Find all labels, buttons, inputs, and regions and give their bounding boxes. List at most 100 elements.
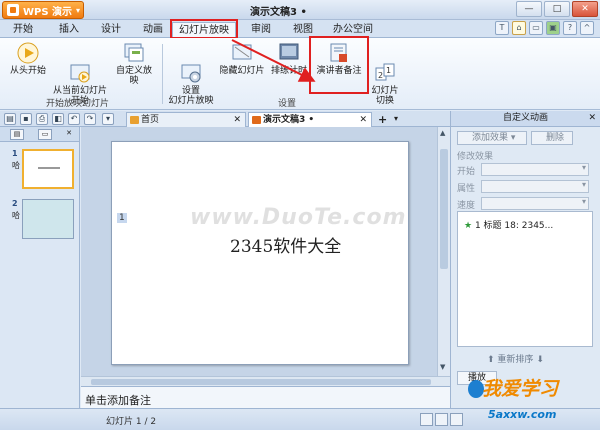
print-preview-icon[interactable]: ◧: [52, 113, 64, 125]
help-icon[interactable]: ?: [563, 21, 577, 35]
scroll-thumb[interactable]: [440, 149, 448, 269]
hide-slide-button[interactable]: 隐藏幻灯片: [218, 42, 266, 76]
rehearse-timing-button[interactable]: 排练计时: [270, 42, 308, 76]
tab-review[interactable]: 审阅: [246, 22, 276, 38]
slide-thumbnail-2[interactable]: [22, 199, 74, 239]
scroll-down-icon[interactable]: ▼: [440, 363, 445, 371]
tab-design[interactable]: 设计: [96, 22, 126, 38]
add-effect-button[interactable]: 添加效果 ▾: [457, 131, 527, 145]
rehearse-timing-icon: [278, 42, 300, 64]
site-watermark: 我爱学习 5axxw.com: [468, 372, 598, 428]
panel-title: 自定义动画: [502, 113, 548, 123]
close-icon[interactable]: ✕: [588, 111, 596, 126]
home-icon: [130, 116, 139, 124]
wps-logo-icon: [7, 4, 19, 16]
play-icon: [17, 42, 39, 64]
undo-icon[interactable]: ↶: [68, 113, 80, 125]
app-menu-button[interactable]: WPS 演示 ▾: [2, 1, 84, 19]
speed-select[interactable]: [481, 197, 589, 210]
slide-counter: 幻灯片 1 / 2: [106, 417, 157, 427]
custom-show-label: 自定义放映: [115, 66, 152, 86]
speed-label: 速度: [457, 201, 476, 211]
svg-text:2: 2: [378, 71, 383, 80]
outline-tab-icon[interactable]: ▤: [10, 129, 24, 140]
slide-title-text[interactable]: 2345软件大全: [230, 232, 341, 257]
setup-slideshow-button[interactable]: 设置 幻灯片放映: [166, 42, 216, 106]
horizontal-scrollbar[interactable]: [81, 376, 450, 386]
open-folder-icon[interactable]: ▤: [4, 113, 16, 125]
minimize-button[interactable]: —: [516, 1, 542, 17]
tab-homepage[interactable]: 首页 ✕: [126, 112, 246, 127]
delete-label: 删除: [546, 133, 565, 143]
start-from-beginning-button[interactable]: 从头开始: [8, 42, 48, 76]
reorder-label: 重新排序: [497, 355, 534, 365]
group-label-start: 开始放映幻灯片: [46, 99, 110, 109]
scroll-up-icon[interactable]: ▲: [440, 129, 445, 137]
tab-list-chevron-icon[interactable]: ▾: [394, 114, 398, 123]
ribbon: 从头开始 从当前幻灯片 开始 自定义放映 开始放映幻灯片 设置 幻灯片放映 隐藏…: [0, 38, 600, 110]
start-label: 开始: [457, 167, 476, 177]
tab-presentation-label: 演示文稿3 •: [263, 115, 315, 125]
watermark-text: www.DuoTe.com: [190, 205, 407, 230]
toolbar-right-icons: T ⌂ ▭ ▣ ? ^: [495, 21, 594, 35]
close-button[interactable]: ✕: [572, 1, 598, 17]
sorter-view-icon[interactable]: [435, 413, 448, 426]
property-select[interactable]: [481, 180, 589, 193]
panel-tabs: ▤ ▭ ✕: [0, 127, 79, 142]
slide-play-icon: [69, 52, 91, 83]
slide-canvas[interactable]: www.DuoTe.com 2345软件大全: [111, 141, 409, 365]
slide-number-tag: 1: [117, 213, 127, 223]
move-up-icon[interactable]: ⬆: [487, 355, 495, 365]
move-down-icon[interactable]: ⬇: [536, 355, 544, 365]
shirt-icon[interactable]: T: [495, 21, 509, 35]
home-icon[interactable]: ⌂: [512, 21, 526, 35]
normal-view-icon[interactable]: [420, 413, 433, 426]
skin-icon[interactable]: ▣: [546, 21, 560, 35]
tab-presentation[interactable]: 演示文稿3 • ✕: [248, 112, 372, 127]
collapse-icon[interactable]: ^: [580, 21, 594, 35]
window-controls: — □ ✕: [516, 1, 598, 17]
redo-icon[interactable]: ↷: [84, 113, 96, 125]
quick-access-menu-icon[interactable]: ▾: [102, 113, 114, 125]
slide-transition-label: 幻灯片 切换: [371, 86, 399, 106]
setup-slideshow-label: 设置 幻灯片放映: [168, 86, 214, 106]
presentation-file-icon: [252, 116, 261, 124]
notes-pane[interactable]: 单击添加备注: [81, 386, 450, 408]
close-icon[interactable]: ✕: [62, 129, 76, 140]
panel-header: 自定义动画 ✕: [451, 111, 600, 127]
tab-animation[interactable]: 动画: [138, 22, 168, 38]
window-icon[interactable]: ▭: [529, 21, 543, 35]
tab-insert[interactable]: 插入: [54, 22, 84, 38]
title-bar: WPS 演示 ▾ 演示文稿3 • — □ ✕: [0, 0, 600, 20]
reorder-control[interactable]: ⬆ 重新排序 ⬇: [487, 352, 544, 365]
hide-slide-icon: [231, 42, 253, 64]
new-tab-button[interactable]: +: [378, 113, 387, 126]
site-name: 我爱学习: [482, 378, 559, 400]
print-icon[interactable]: ⎙: [36, 113, 48, 125]
custom-show-button[interactable]: 自定义放映: [112, 42, 156, 86]
vertical-scrollbar[interactable]: ▲ ▼: [437, 127, 450, 376]
slide-transition-button[interactable]: 12 幻灯片 切换: [368, 42, 402, 106]
add-effect-label: 添加效果: [472, 133, 509, 143]
save-icon[interactable]: ▪: [20, 113, 32, 125]
close-icon[interactable]: ✕: [359, 113, 367, 127]
maximize-button[interactable]: □: [544, 1, 570, 17]
scroll-thumb[interactable]: [91, 379, 431, 385]
slide-thumbnail-1[interactable]: [22, 149, 74, 189]
close-icon[interactable]: ✕: [233, 113, 241, 127]
modify-effect-label: 修改效果: [457, 152, 494, 162]
slide-number: 2: [12, 199, 18, 208]
start-select[interactable]: [481, 163, 589, 176]
tab-homepage-label: 首页: [141, 115, 160, 125]
delete-button[interactable]: 删除: [531, 131, 573, 145]
tab-home[interactable]: 开始: [8, 22, 38, 38]
app-name: WPS 演示: [23, 6, 73, 18]
animation-list-item[interactable]: ★ 1 标题 18: 2345...: [464, 218, 553, 231]
start-from-beginning-label: 从头开始: [9, 66, 46, 76]
slideshow-view-icon[interactable]: [450, 413, 463, 426]
slides-tab-icon[interactable]: ▭: [38, 129, 52, 140]
rehearse-timing-label: 排练计时: [270, 66, 307, 76]
svg-text:1: 1: [386, 66, 391, 75]
slide-label: 哈: [12, 161, 20, 170]
tab-highlight-box: [170, 19, 238, 39]
